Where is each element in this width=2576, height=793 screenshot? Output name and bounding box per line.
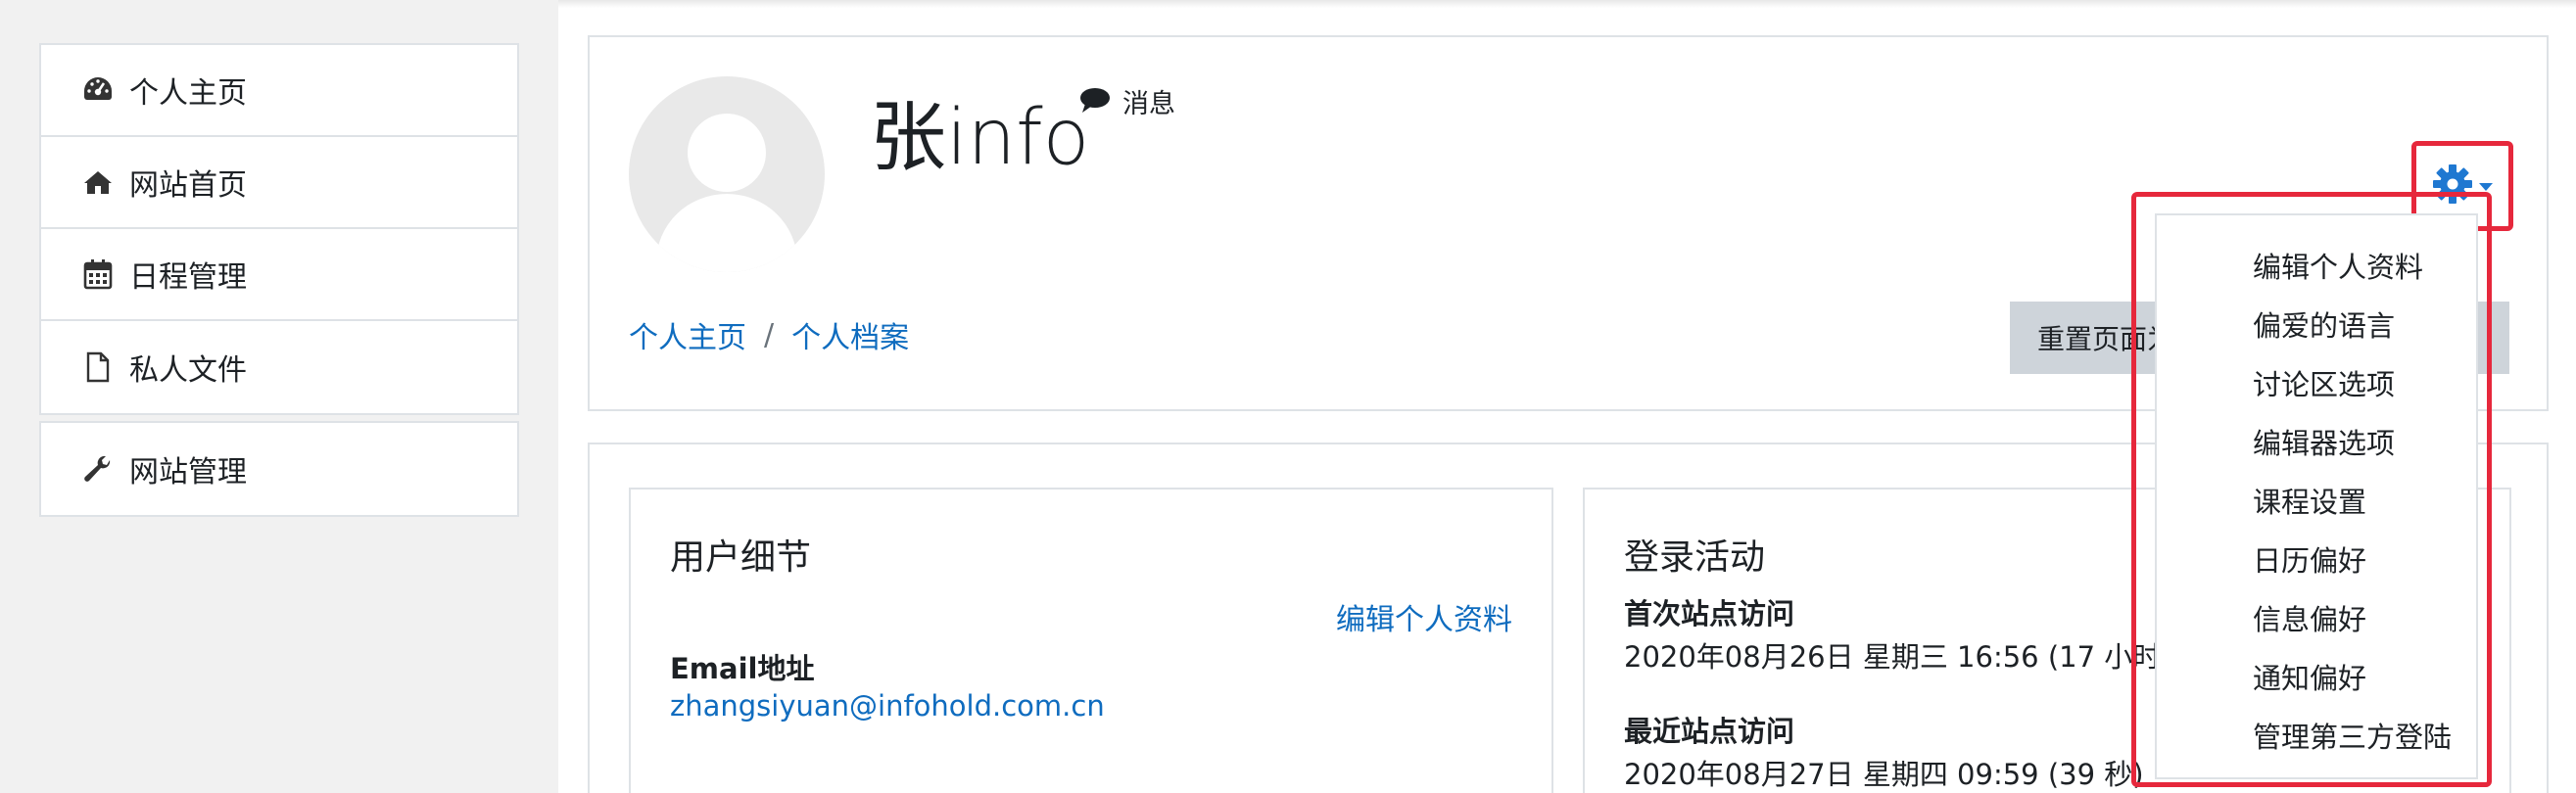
sidebar-item-home[interactable]: 网站首页: [41, 137, 517, 229]
menu-item-edit-profile[interactable]: 编辑个人资料: [2253, 245, 2423, 286]
sidebar-nav-primary: 个人主页 网站首页 日程管理 私人文件: [39, 43, 519, 415]
user-details-heading: 用户细节: [670, 537, 812, 578]
menu-item-preferred-language[interactable]: 偏爱的语言: [2253, 303, 2395, 345]
message-label: 消息: [1122, 89, 1175, 119]
login-activity-heading: 登录活动: [1624, 537, 1766, 578]
sidebar-item-calendar[interactable]: 日程管理: [41, 229, 517, 321]
home-icon: [80, 164, 116, 200]
user-details-card: 用户细节 编辑个人资料 Email地址 zhangsiyuan@infohold…: [629, 488, 1553, 793]
file-icon: [80, 350, 116, 385]
sidebar-item-label: 网站首页: [129, 168, 247, 203]
menu-item-editor-preferences[interactable]: 编辑器选项: [2253, 421, 2395, 462]
breadcrumb-separator: /: [764, 317, 775, 352]
caret-down-icon: [2478, 177, 2494, 196]
dashboard-icon: [80, 72, 116, 108]
first-access-label: 首次站点访问: [1624, 597, 1795, 630]
breadcrumb-item-dashboard[interactable]: 个人主页: [629, 313, 746, 356]
sidebar-item-site-admin[interactable]: 网站管理: [41, 423, 517, 515]
last-access-label: 最近站点访问: [1624, 715, 1795, 748]
last-access-value: 2020年08月27日 星期四 09:59 (39 秒): [1624, 758, 2144, 791]
sidebar-item-label: 日程管理: [129, 260, 247, 295]
sidebar-item-private-files[interactable]: 私人文件: [41, 321, 517, 413]
top-shadow: [558, 0, 2576, 8]
breadcrumb: 个人主页 / 个人档案: [629, 313, 909, 356]
menu-item-calendar-preferences[interactable]: 日历偏好: [2253, 538, 2366, 580]
menu-item-message-preferences[interactable]: 信息偏好: [2253, 597, 2366, 638]
breadcrumb-item-profile[interactable]: 个人档案: [791, 313, 909, 356]
sidebar-nav-admin: 网站管理: [39, 421, 519, 517]
wrench-icon: [80, 451, 116, 487]
email-label: Email地址: [670, 652, 815, 685]
sidebar-item-dashboard[interactable]: 个人主页: [41, 45, 517, 137]
first-access-value: 2020年08月26日 星期三 16:56 (17 小时): [1624, 640, 2172, 674]
menu-item-course-preferences[interactable]: 课程设置: [2253, 480, 2366, 521]
menu-item-linked-logins[interactable]: 管理第三方登陆: [2253, 715, 2452, 756]
menu-item-notification-preferences[interactable]: 通知偏好: [2253, 656, 2366, 697]
gear-icon: [2431, 163, 2474, 210]
sidebar-item-label: 网站管理: [129, 455, 247, 490]
calendar-icon: [80, 257, 116, 292]
sidebar-item-label: 个人主页: [129, 76, 247, 111]
edit-profile-link[interactable]: 编辑个人资料: [1336, 595, 1512, 638]
settings-dropdown-menu: 编辑个人资料 偏爱的语言 讨论区选项 编辑器选项 课程设置 日历偏好 信息偏好 …: [2155, 213, 2478, 779]
menu-item-forum-preferences[interactable]: 讨论区选项: [2253, 362, 2395, 403]
avatar[interactable]: [629, 76, 825, 272]
message-button[interactable]: 消息: [1079, 82, 1175, 120]
comment-icon: [1079, 86, 1111, 117]
sidebar-item-label: 私人文件: [129, 353, 247, 388]
page-title: 张info: [870, 94, 1090, 182]
email-value[interactable]: zhangsiyuan@infohold.com.cn: [670, 689, 1105, 723]
